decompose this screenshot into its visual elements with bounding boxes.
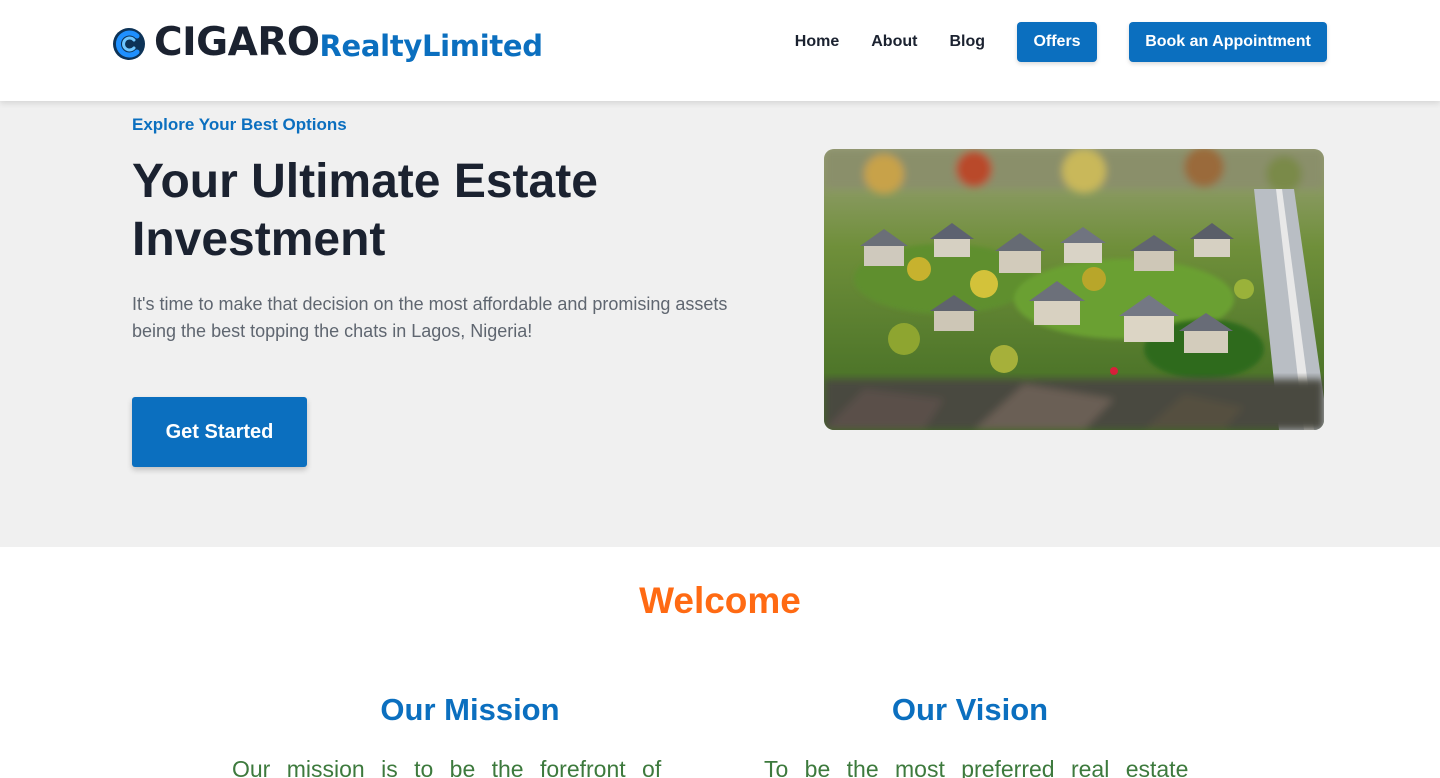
nav-blog-link[interactable]: Blog xyxy=(949,33,985,51)
get-started-button[interactable]: Get Started xyxy=(132,397,307,467)
hero-eyebrow: Explore Your Best Options xyxy=(132,115,347,134)
logo-icon xyxy=(112,27,146,61)
mission-text: Our mission is to be the forefront of xyxy=(232,756,662,778)
book-appointment-button[interactable]: Book an Appointment xyxy=(1129,22,1327,62)
hero-title: Your Ultimate Estate Investment xyxy=(132,155,598,266)
mission-title: Our Mission xyxy=(380,692,560,727)
hero-description: It's time to make that decision on the m… xyxy=(132,294,728,341)
brand-tagline: RealtyLimited xyxy=(319,28,544,63)
hero-neighborhood-image xyxy=(824,149,1324,430)
main-nav: Home About Blog Offers Book an Appointme… xyxy=(795,22,1327,62)
welcome-heading: Welcome xyxy=(639,580,801,621)
nav-about-link[interactable]: About xyxy=(871,33,917,51)
brand-logo[interactable]: CIGARO RealtyLimited xyxy=(112,20,543,64)
vision-text: To be the most preferred real estate xyxy=(764,756,1189,778)
brand-name: CIGARO xyxy=(154,19,320,65)
site-header: CIGARO RealtyLimited Home About Blog Off… xyxy=(0,0,1440,101)
nav-home-link[interactable]: Home xyxy=(795,33,839,51)
vision-title: Our Vision xyxy=(891,692,1049,727)
hero-section: Explore Your Best Options Your Ultimate … xyxy=(0,101,1440,547)
offers-button[interactable]: Offers xyxy=(1017,22,1097,62)
